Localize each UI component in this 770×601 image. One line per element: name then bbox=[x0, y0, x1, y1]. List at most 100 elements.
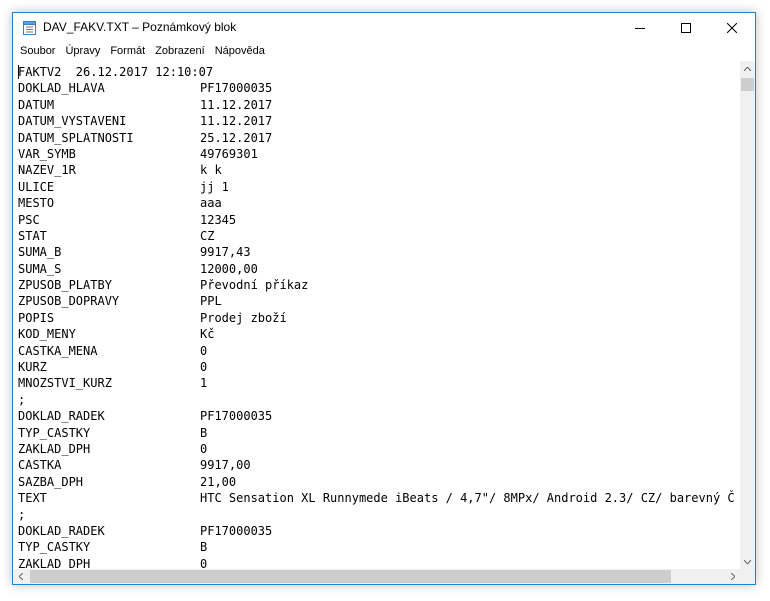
field-key: ZPUSOB_DOPRAVY bbox=[18, 294, 120, 309]
field-key: CASTKA bbox=[18, 458, 62, 473]
menu-soubor[interactable]: Soubor bbox=[16, 42, 59, 61]
text-line: SUMA_B 9917,43 bbox=[18, 244, 740, 260]
field-key: ; bbox=[18, 392, 26, 407]
field-key: TEXT bbox=[18, 491, 47, 506]
field-value: B bbox=[200, 540, 208, 555]
close-button[interactable] bbox=[709, 13, 755, 42]
text-line: ; bbox=[18, 392, 740, 408]
field-value: 0 bbox=[200, 360, 208, 375]
text-line: ZPUSOB_DOPRAVY PPL bbox=[18, 293, 740, 309]
field-key: ULICE bbox=[18, 179, 55, 194]
field-key: STAT bbox=[18, 228, 47, 243]
text-line: ZAKLAD_DPH 0 bbox=[18, 441, 740, 457]
field-key: NAZEV_1R bbox=[18, 163, 76, 178]
field-value: 0 bbox=[200, 343, 208, 358]
scroll-right-button[interactable] bbox=[725, 569, 740, 584]
field-value: 11.12.2017 bbox=[200, 114, 273, 129]
text-line: KURZ 0 bbox=[18, 359, 740, 375]
field-value: Převodní příkaz bbox=[200, 278, 309, 293]
text-line: CASTKA_MENA 0 bbox=[18, 343, 740, 359]
horizontal-scrollbar[interactable] bbox=[13, 569, 740, 584]
field-value: 11.12.2017 bbox=[200, 97, 273, 112]
chevron-up-icon bbox=[744, 66, 751, 71]
field-value: 12000,00 bbox=[200, 261, 258, 276]
field-key: TYP_CASTKY bbox=[18, 425, 91, 440]
field-value: Prodej zboží bbox=[200, 310, 287, 325]
scroll-up-button[interactable] bbox=[740, 61, 755, 76]
menu-zobrazeni[interactable]: Zobrazení bbox=[151, 42, 209, 61]
field-value: 12345 bbox=[200, 212, 237, 227]
text-line: NAZEV_1R k k bbox=[18, 162, 740, 178]
text-line: DOKLAD_HLAVA PF17000035 bbox=[18, 80, 740, 96]
chevron-down-icon bbox=[744, 559, 751, 564]
header-line-text: FAKTV2 26.12.2017 12:10:07 bbox=[18, 65, 214, 79]
field-key: DATUM_VYSTAVENI bbox=[18, 114, 127, 129]
maximize-button[interactable] bbox=[663, 13, 709, 42]
vertical-scrollbar[interactable] bbox=[740, 61, 755, 569]
text-line: TYP_CASTKY B bbox=[18, 539, 740, 555]
field-value: 9917,00 bbox=[200, 458, 251, 473]
scroll-down-button[interactable] bbox=[740, 554, 755, 569]
field-value: Kč bbox=[200, 327, 215, 342]
notepad-app-icon bbox=[23, 21, 36, 35]
field-value: PF17000035 bbox=[200, 523, 273, 538]
maximize-icon bbox=[681, 22, 691, 33]
field-value: HTC Sensation XL Runnymede iBeats / 4,7"… bbox=[200, 491, 735, 506]
chevron-left-icon bbox=[18, 573, 23, 580]
text-line: POPIS Prodej zboží bbox=[18, 310, 740, 326]
field-value: 0 bbox=[200, 556, 208, 569]
text-line: MESTO aaa bbox=[18, 195, 740, 211]
text-line: TEXT HTC Sensation XL Runnymede iBeats / … bbox=[18, 490, 740, 506]
text-line: ZPUSOB_PLATBY Převodní příkaz bbox=[18, 277, 740, 293]
text-lines: FAKTV2 26.12.2017 12:10:07 DOKLAD_HLAVA P… bbox=[18, 64, 740, 569]
horizontal-scroll-thumb[interactable] bbox=[30, 570, 671, 583]
field-key: KOD_MENY bbox=[18, 327, 76, 342]
field-key: MESTO bbox=[18, 196, 55, 211]
menu-napoveda[interactable]: Nápověda bbox=[211, 42, 269, 61]
field-key: POPIS bbox=[18, 310, 55, 325]
title-bar[interactable]: DAV_FAKV.TXT – Poznámkový blok bbox=[13, 13, 755, 42]
field-key: DOKLAD_HLAVA bbox=[18, 81, 105, 96]
field-key: VAR_SYMB bbox=[18, 146, 76, 161]
field-key: SUMA_B bbox=[18, 245, 62, 260]
field-key: ZAKLAD_DPH bbox=[18, 556, 91, 569]
text-line: PSC 12345 bbox=[18, 212, 740, 228]
field-value: 49769301 bbox=[200, 146, 258, 161]
field-key: KURZ bbox=[18, 360, 47, 375]
field-key: MNOZSTVI_KURZ bbox=[18, 376, 112, 391]
field-value: 1 bbox=[200, 376, 208, 391]
text-line: TYP_CASTKY B bbox=[18, 425, 740, 441]
field-value: 9917,43 bbox=[200, 245, 251, 260]
field-key: ZAKLAD_DPH bbox=[18, 441, 91, 456]
field-key: ; bbox=[18, 507, 26, 522]
text-line: DATUM 11.12.2017 bbox=[18, 97, 740, 113]
field-value: k k bbox=[200, 163, 222, 178]
text-editor[interactable]: FAKTV2 26.12.2017 12:10:07 DOKLAD_HLAVA P… bbox=[13, 61, 740, 569]
text-line: VAR_SYMB 49769301 bbox=[18, 146, 740, 162]
vertical-scroll-thumb[interactable] bbox=[741, 78, 754, 91]
field-key: DATUM bbox=[18, 97, 55, 112]
text-line: DOKLAD_RADEK PF17000035 bbox=[18, 523, 740, 539]
field-value: PF17000035 bbox=[200, 409, 273, 424]
field-key: DOKLAD_RADEK bbox=[18, 409, 105, 424]
field-value: PPL bbox=[200, 294, 222, 309]
minimize-button[interactable] bbox=[617, 13, 663, 42]
text-line: STAT CZ bbox=[18, 228, 740, 244]
menu-upravy[interactable]: Úpravy bbox=[61, 42, 104, 61]
field-key: DATUM_SPLATNOSTI bbox=[18, 130, 134, 145]
scroll-left-button[interactable] bbox=[13, 569, 28, 584]
field-value: 21,00 bbox=[200, 474, 237, 489]
field-value: 0 bbox=[200, 441, 208, 456]
text-line: KOD_MENY Kč bbox=[18, 326, 740, 342]
chevron-right-icon bbox=[730, 573, 735, 580]
field-key: PSC bbox=[18, 212, 40, 227]
field-value: aaa bbox=[200, 196, 222, 211]
field-value: B bbox=[200, 425, 208, 440]
text-line: SAZBA_DPH 21,00 bbox=[18, 474, 740, 490]
text-line: MNOZSTVI_KURZ 1 bbox=[18, 375, 740, 391]
field-key: DOKLAD_RADEK bbox=[18, 523, 105, 538]
text-line: ZAKLAD_DPH 0 bbox=[18, 556, 740, 569]
notepad-window: DAV_FAKV.TXT – Poznámkový blok Soubor Úp… bbox=[12, 12, 756, 585]
menu-format[interactable]: Formát bbox=[106, 42, 149, 61]
field-key: SAZBA_DPH bbox=[18, 474, 84, 489]
